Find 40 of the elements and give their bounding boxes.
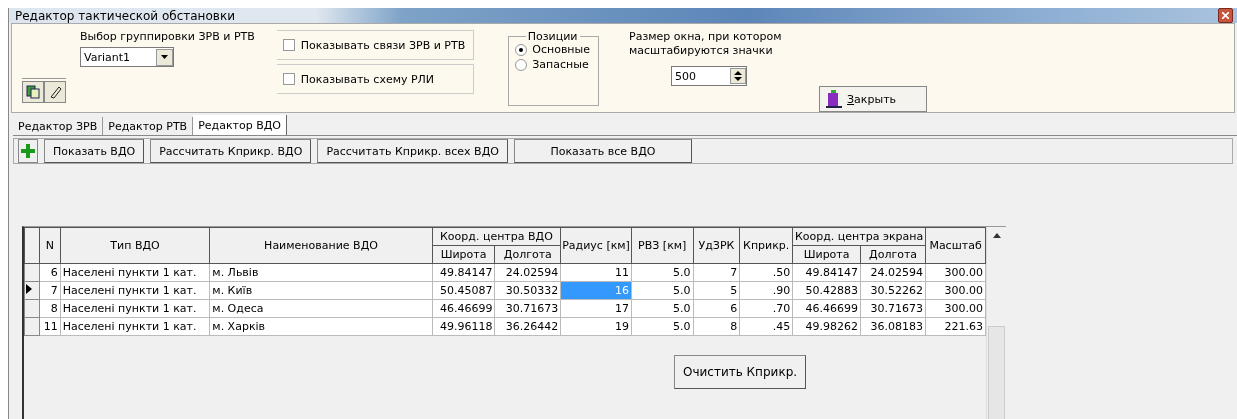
close-icon[interactable] <box>1218 8 1233 23</box>
column-header: Коорд. центра экрана <box>792 227 926 246</box>
checkbox[interactable] <box>282 73 295 85</box>
scale-spinbox[interactable]: 500 <box>671 66 747 86</box>
action-button[interactable]: Показать все ВДО <box>513 139 692 163</box>
radio-button[interactable] <box>515 58 528 71</box>
radio-label: Основные <box>532 43 590 56</box>
column-header[interactable]: Масштаб <box>925 227 986 264</box>
column-header[interactable]: Тип ВДО <box>60 227 210 264</box>
group-title: Позиции <box>526 30 579 43</box>
radio-label: Запасные <box>532 58 589 71</box>
grid-corner <box>24 227 40 264</box>
checkbox[interactable] <box>282 39 295 51</box>
window-title: Редактор тактической обстановки <box>15 8 235 23</box>
column-header[interactable]: УдЗРК <box>693 227 740 264</box>
current-row-icon <box>25 284 33 294</box>
door-icon <box>826 90 842 108</box>
action-button[interactable]: Рассчитать Кприкр. всех ВДО <box>317 139 508 163</box>
action-button[interactable]: Рассчитать Кприкр. ВДО <box>150 139 312 163</box>
radio-button[interactable] <box>515 43 528 56</box>
column-header[interactable]: N <box>39 227 61 264</box>
group-dropdown[interactable]: Variant1 <box>80 47 174 67</box>
copy-icon[interactable] <box>22 81 44 103</box>
checkbox-label: Показывать связи ЗРВ и РТВ <box>300 38 466 52</box>
eraser-icon[interactable] <box>44 81 66 103</box>
group-label: Выбор группировки ЗРВ и РТВ <box>80 30 255 43</box>
checkbox-label: Показывать схему РЛИ <box>300 72 435 86</box>
spin-arrows-icon[interactable] <box>730 68 746 84</box>
scroll-up-icon[interactable] <box>992 233 1001 238</box>
column-header[interactable]: Радиус [км] <box>560 227 632 264</box>
column-header[interactable]: Наименование ВДО <box>209 227 433 264</box>
tab[interactable]: Редактор ВДО <box>193 115 287 135</box>
add-icon[interactable] <box>18 139 38 163</box>
column-header[interactable]: Кприкр. <box>739 227 793 264</box>
scale-label: Размер окна, при котором масштабируются значки <box>629 30 783 58</box>
action-button[interactable]: Показать ВДО <box>44 139 145 163</box>
close-button[interactable]: Закрыть <box>819 86 927 112</box>
column-header: Коорд. центра ВДО <box>432 227 561 246</box>
column-header[interactable]: РВЗ [км] <box>631 227 694 264</box>
clear-button[interactable]: Очистить Кприкр. <box>674 355 807 389</box>
